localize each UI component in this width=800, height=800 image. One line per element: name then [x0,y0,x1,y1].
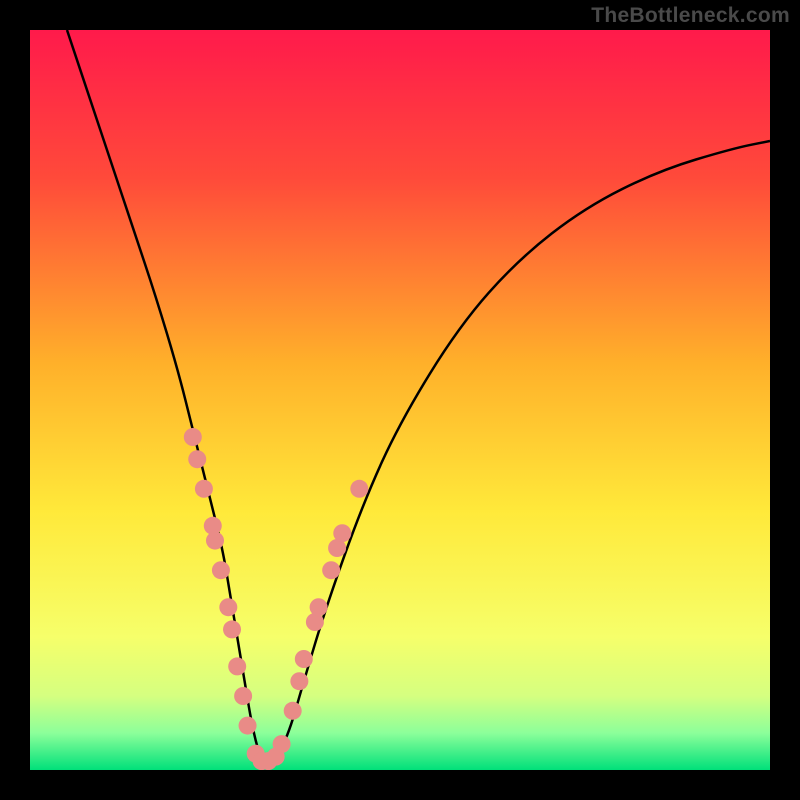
highlight-dot [228,657,246,675]
highlight-dot [239,717,257,735]
highlight-dot [223,620,241,638]
highlight-dot [206,532,224,550]
highlight-dot [284,702,302,720]
highlight-dot [290,672,308,690]
highlight-dot [333,524,351,542]
highlight-dot [310,598,328,616]
plot-area [30,30,770,770]
highlight-dot [212,561,230,579]
highlight-dot [295,650,313,668]
highlight-dot [273,735,291,753]
watermark-text: TheBottleneck.com [591,4,790,28]
highlight-dot [188,450,206,468]
chart-frame: TheBottleneck.com [0,0,800,800]
highlight-dot [219,598,237,616]
highlight-dot [350,480,368,498]
highlight-dot [322,561,340,579]
gradient-background [30,30,770,770]
highlight-dot [195,480,213,498]
highlight-dot [234,687,252,705]
chart-svg [30,30,770,770]
highlight-dot [184,428,202,446]
